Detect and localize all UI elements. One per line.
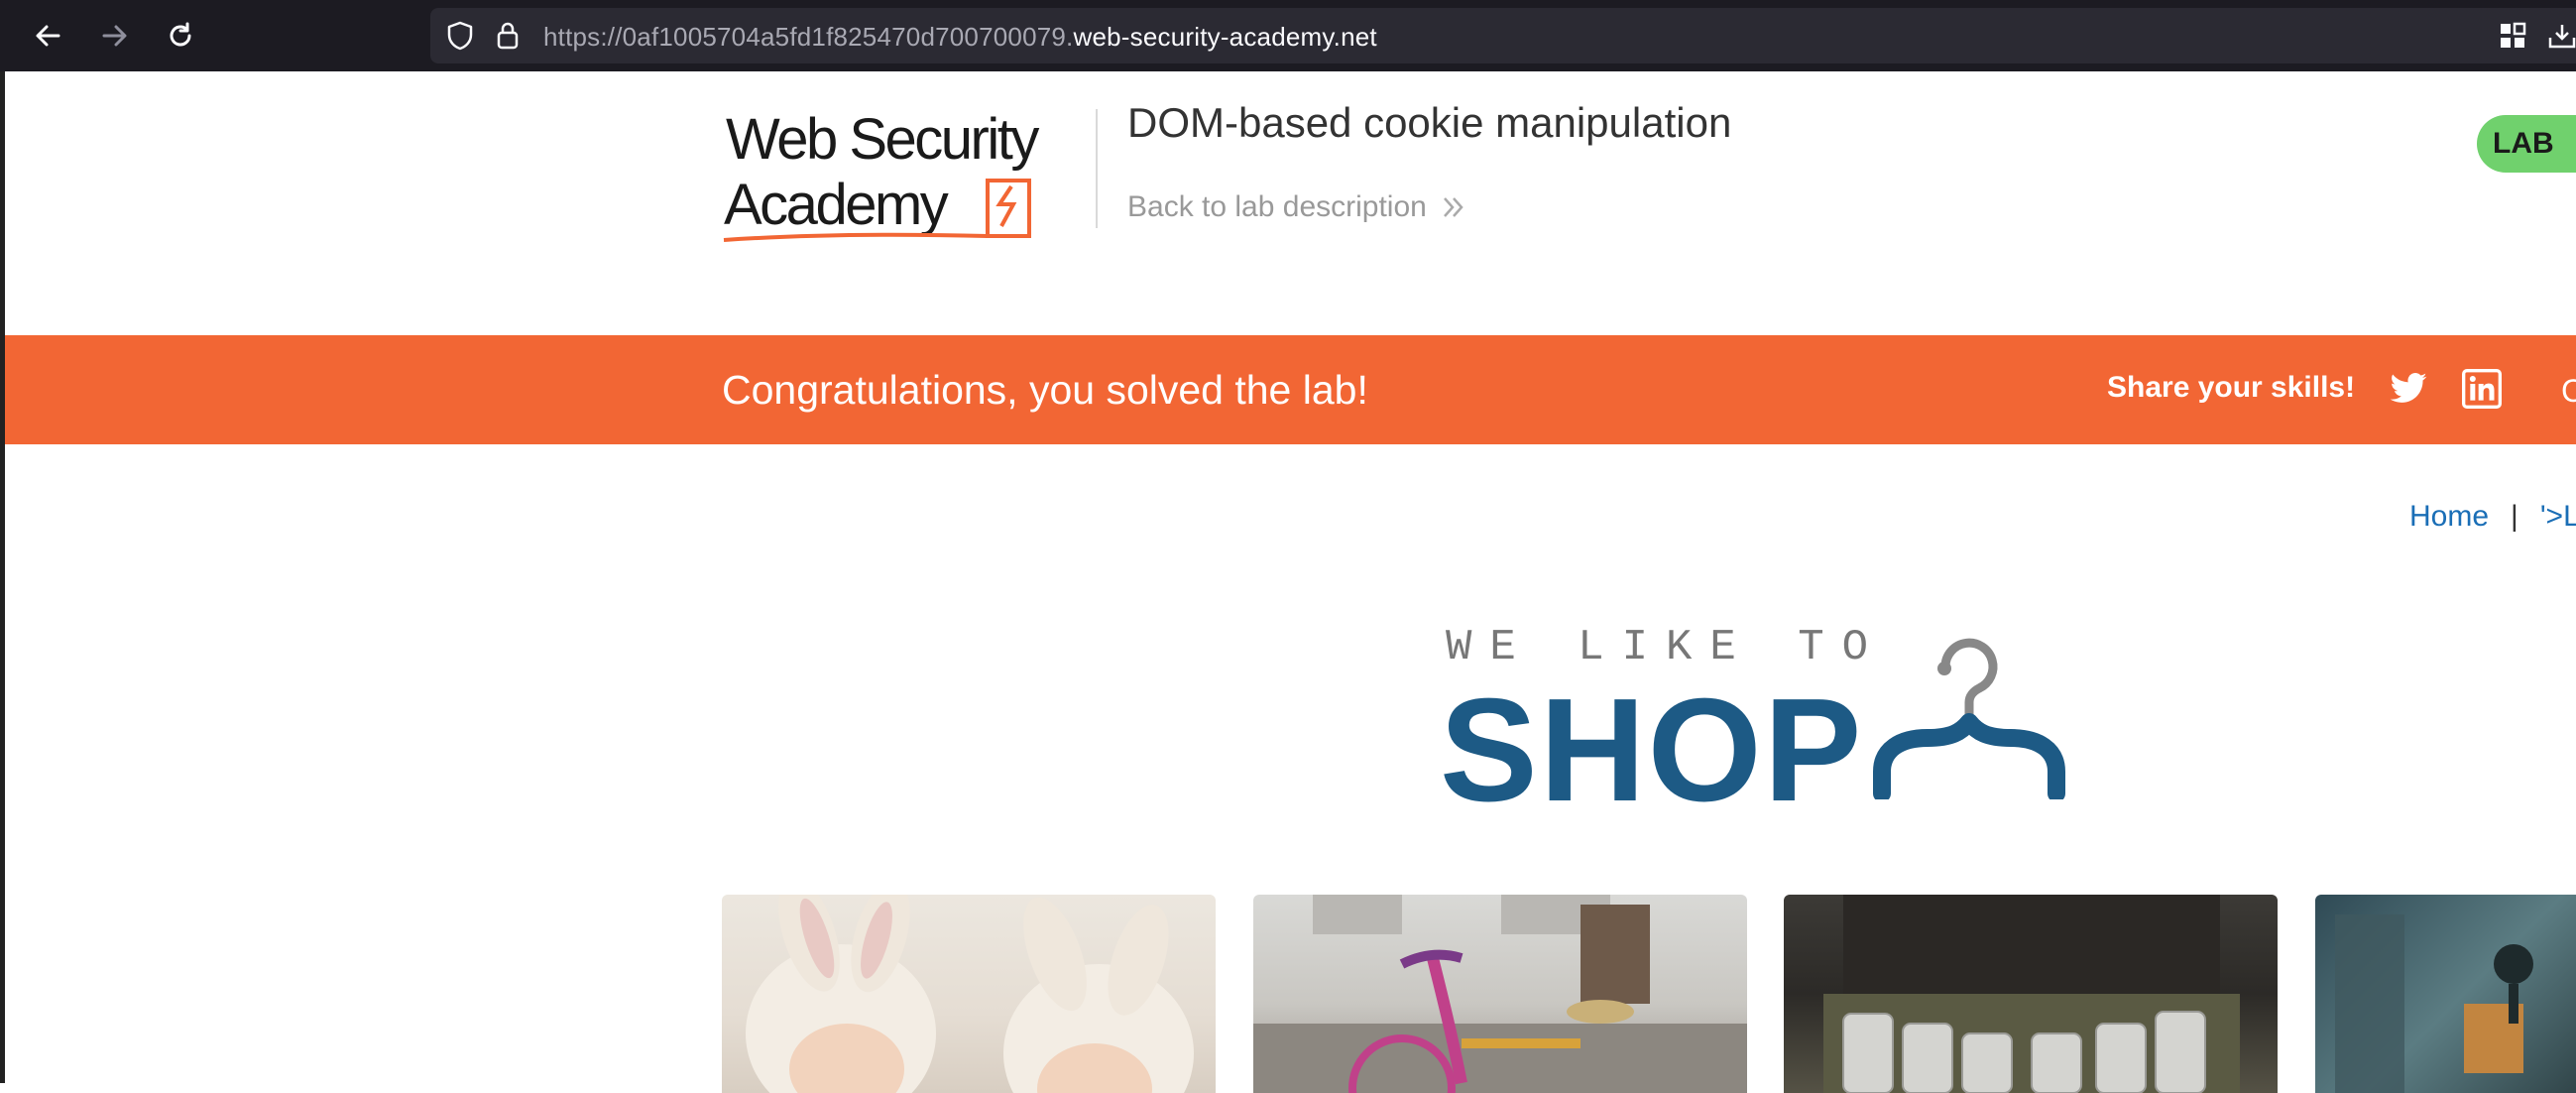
solved-message: Congratulations, you solved the lab! [722,367,1368,413]
nav-separator: | [2511,500,2518,533]
browser-toolbar: https://0af1005704a5fd1f825470d700700079… [0,0,2576,71]
forward-button[interactable] [93,14,137,58]
lab-badge-label: LAB [2493,127,2554,160]
home-link[interactable]: Home [2409,500,2489,533]
url-prefix: https://0af1005704a5fd1f825470d700700079… [543,22,1074,52]
url-domain: web-security-academy.net [1073,22,1377,52]
back-to-lab-description-link[interactable]: Back to lab description [1127,190,1466,224]
product-image-beer-belt[interactable] [1784,895,2278,1093]
logo-line1: Web Security [726,107,1039,172]
forward-arrow-icon [102,25,127,47]
double-chevron-right-icon [1443,197,1464,217]
lock-icon[interactable] [492,20,524,52]
downloads-button[interactable] [2540,14,2576,58]
reload-button[interactable] [159,14,202,58]
reload-icon [170,22,191,47]
header-divider [1096,109,1098,228]
hanger-icon [1872,631,2094,802]
shield-icon[interactable] [444,20,476,52]
twitter-icon[interactable] [2389,369,2428,409]
product-image-gadget[interactable] [2315,895,2576,1093]
top-links: Home | '>La [2409,500,2576,534]
url-text[interactable]: https://0af1005704a5fd1f825470d700700079… [543,22,1377,53]
logo-line2: Academy [724,173,949,237]
linkedin-icon[interactable] [2462,369,2502,409]
downloads-icon [2548,25,2576,49]
back-arrow-icon [36,25,60,47]
lab-status-badge: LAB [2477,115,2576,173]
share-label: Share your skills! [2107,371,2356,404]
window-edge [0,71,5,1083]
banner-continue-text[interactable]: C [2561,373,2576,410]
extensions-icon [2501,22,2526,48]
solved-banner: Congratulations, you solved the lab! Sha… [5,335,2576,444]
shop-tagline: WE LIKE TO [1446,623,1887,672]
shop-wordmark: SHOP [1440,668,1864,832]
url-bar[interactable]: https://0af1005704a5fd1f825470d700700079… [430,8,2576,63]
product-image-knitted-bicycle[interactable] [1253,895,1747,1093]
extensions-button[interactable] [2491,14,2534,58]
web-security-academy-logo[interactable]: Web Security Academy [722,103,1089,252]
back-link-label: Back to lab description [1127,190,1427,223]
last-viewed-product-link[interactable]: '>La [2540,500,2576,533]
back-button[interactable] [26,14,69,58]
product-image-bunny-hats[interactable] [722,895,1216,1093]
lab-title: DOM-based cookie manipulation [1127,99,1732,146]
